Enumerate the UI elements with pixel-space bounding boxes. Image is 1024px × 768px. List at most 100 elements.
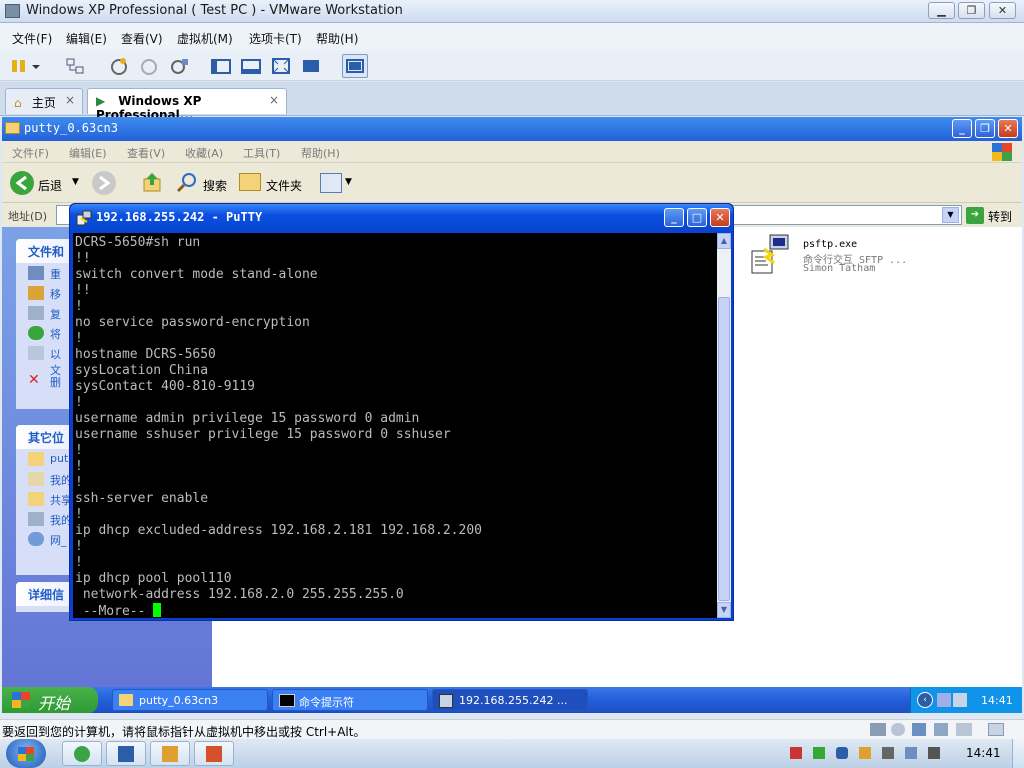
back-dropdown-icon[interactable]: ▼ [72,177,79,187]
pinned-vmware[interactable] [194,741,234,766]
tray-network-icon[interactable] [937,693,951,707]
host-clock[interactable]: 14:41 [966,746,1001,760]
start-button[interactable]: 开始 [2,687,98,713]
terminal-line: ! [75,331,83,346]
taskbar-putty[interactable]: 192.168.255.242 ... [432,689,588,711]
taskbar-explorer[interactable]: putty_0.63cn3 [112,689,268,711]
folders-button-label[interactable]: 文件夹 [266,177,302,194]
folder-icon [119,694,133,706]
forward-arrow-icon[interactable] [92,171,116,195]
minimize-button[interactable]: ▁ [928,2,955,19]
show-desktop-button[interactable] [1012,739,1024,768]
tab-home[interactable]: ⌂ 主页 × [5,88,83,114]
menu-tabs[interactable]: 选项卡(T) [249,30,302,47]
tab-home-close[interactable]: × [65,93,75,107]
cdrom-device-icon[interactable] [891,723,905,736]
explorer-menu-view[interactable]: 查看(V) [127,145,165,161]
usb-device-icon[interactable] [934,723,948,736]
sidebar-view-icon[interactable] [210,56,232,76]
search-button-label[interactable]: 搜索 [203,177,227,194]
terminal-line: username sshuser privilege 15 password 0… [75,427,451,442]
explorer-menu-file[interactable]: 文件(F) [12,145,49,161]
tray-shield-icon[interactable] [836,747,848,759]
taskbar-item-label: 192.168.255.242 ... [459,694,568,707]
scroll-down-icon[interactable]: ▼ [717,602,731,618]
putty-minimize-button[interactable]: _ [664,208,684,227]
back-arrow-icon[interactable] [10,171,34,195]
unity-icon[interactable] [300,56,322,76]
explorer-menu-favorites[interactable]: 收藏(A) [185,145,223,161]
revert-icon[interactable] [138,56,160,76]
close-button[interactable]: ✕ [989,2,1016,19]
console-view-icon[interactable] [342,54,368,78]
putty-maximize-button[interactable]: □ [687,208,707,227]
guest-screen[interactable]: putty_0.63cn3 _ ❐ ✕ 文件(F) 编辑(E) 查看(V) 收藏… [2,117,1022,713]
explorer-close-button[interactable]: ✕ [998,119,1018,138]
thumbnail-view-icon[interactable] [240,56,262,76]
menu-file[interactable]: 文件(F) [12,30,52,47]
explorer-menu-edit[interactable]: 编辑(E) [69,145,107,161]
menu-vm[interactable]: 虚拟机(M) [177,30,233,47]
explorer-minimize-button[interactable]: _ [952,119,972,138]
w7-start-orb[interactable] [6,739,46,768]
go-arrow-icon[interactable]: ➜ [966,207,984,224]
explorer-maximize-button[interactable]: ❐ [975,119,995,138]
scroll-up-icon[interactable]: ▲ [717,233,731,249]
views-icon[interactable] [320,173,342,193]
putty-terminal[interactable]: DCRS-5650#sh run !! switch convert mode … [73,233,717,618]
menu-edit[interactable]: 编辑(E) [66,30,107,47]
taskbar-cmd[interactable]: 命令提示符 [272,689,428,711]
message-log-icon[interactable] [988,723,1004,736]
go-button-label[interactable]: 转到 [988,208,1012,225]
pinned-app[interactable] [150,741,190,766]
tray-network-icon[interactable] [905,747,917,759]
sound-device-icon[interactable] [956,723,972,736]
tray-green-icon[interactable] [813,747,825,759]
pinned-word[interactable] [106,741,146,766]
tab-windows-xp-close[interactable]: × [269,93,279,107]
psftp-icon[interactable] [750,233,790,275]
snapshot-manager-icon[interactable] [168,56,190,76]
putty-window: 192.168.255.242 - PuTTY _ □ ✕ DCRS-5650#… [69,203,734,621]
tray-display-icon[interactable] [953,693,967,707]
maximize-button[interactable]: ❐ [958,2,985,19]
back-button-label[interactable]: 后退 [38,177,62,194]
network-icon[interactable] [64,56,86,76]
network-device-icon[interactable] [912,723,926,736]
tray-red-icon[interactable] [790,747,802,759]
tray-flag-icon[interactable] [882,747,894,759]
tray-app-icon[interactable] [859,747,871,759]
pause-dropdown-icon[interactable] [30,56,42,76]
terminal-line: ip dhcp excluded-address 192.168.2.181 1… [75,523,482,538]
putty-close-button[interactable]: ✕ [710,208,730,227]
address-dropdown-icon[interactable]: ▼ [942,207,959,223]
host-taskbar: 14:41 [0,739,1024,768]
snapshot-icon[interactable] [108,56,130,76]
hdd-device-icon[interactable] [870,723,886,736]
pause-icon[interactable] [8,56,30,76]
tab-windows-xp[interactable]: ▶ Windows XP Professional... × [87,88,287,122]
tray-volume-icon[interactable] [928,747,940,759]
status-message: 要返回到您的计算机，请将鼠标指针从虚拟机中移出或按 Ctrl+Alt。 [2,725,366,739]
putty-scrollbar[interactable]: ▲ ▼ [717,233,731,618]
explorer-menu-tools[interactable]: 工具(T) [243,145,280,161]
terminal-line: ! [75,443,83,458]
pinned-browser[interactable] [62,741,102,766]
terminal-line: ! [75,539,83,554]
up-folder-icon[interactable] [142,171,164,193]
explorer-menu-help[interactable]: 帮助(H) [301,145,340,161]
scroll-thumb[interactable] [718,297,730,601]
terminal-line: ! [75,555,83,570]
psftp-filename[interactable]: psftp.exe [803,239,857,250]
views-dropdown-icon[interactable]: ▼ [345,177,352,187]
xp-clock: 14:41 [981,694,1013,707]
menu-view[interactable]: 查看(V) [121,30,163,47]
terminal-line: ! [75,475,83,490]
tray-expand-icon[interactable]: ‹ [917,692,933,708]
fullscreen-icon[interactable] [270,56,292,76]
menu-help[interactable]: 帮助(H) [316,30,358,47]
search-icon[interactable] [176,171,198,193]
vmware-statusbar: 要返回到您的计算机，请将鼠标指针从虚拟机中移出或按 Ctrl+Alt。 [0,719,1024,739]
terminal-line: hostname DCRS-5650 [75,347,216,362]
folders-icon[interactable] [239,173,261,191]
